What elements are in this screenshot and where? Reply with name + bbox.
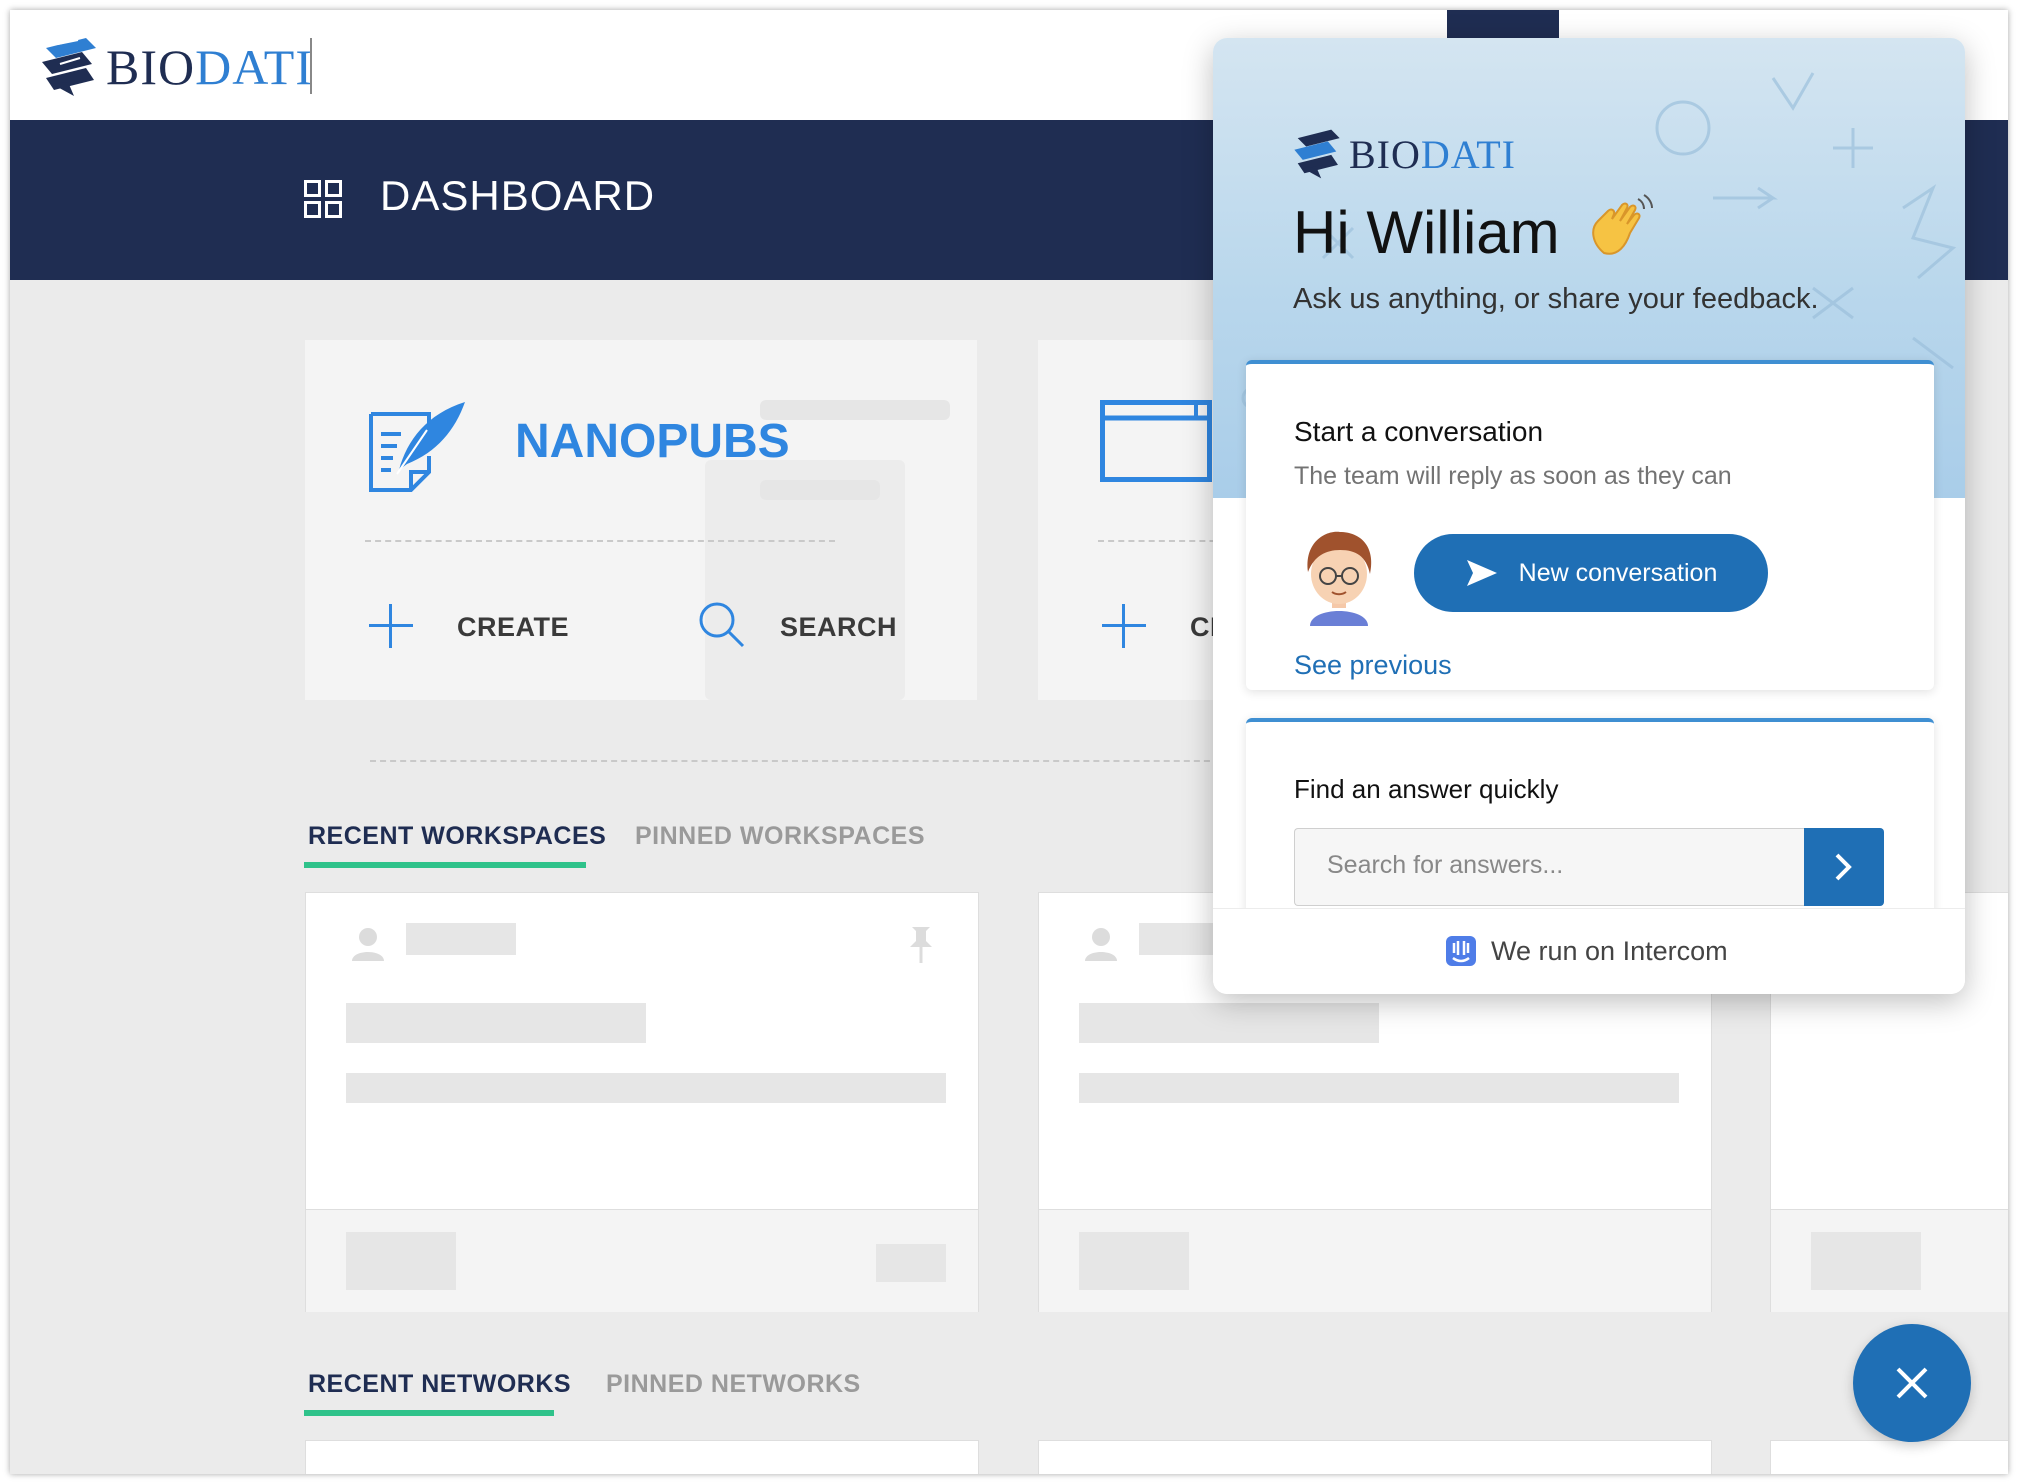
new-conversation-label: New conversation xyxy=(1518,558,1718,587)
answer-search-input[interactable]: Search for answers... xyxy=(1294,828,1805,906)
create-button[interactable]: CREATE xyxy=(457,612,569,643)
tab-pinned-workspaces[interactable]: PINNED WORKSPACES xyxy=(635,822,925,851)
intercom-icon[interactable] xyxy=(1445,935,1477,967)
conversation-card-title: Start a conversation xyxy=(1294,416,1544,447)
network-card[interactable] xyxy=(1038,1440,1712,1474)
intercom-messenger: BIODATI Hi William Ask us anything, or s… xyxy=(1213,38,1965,994)
dashboard-grid-icon xyxy=(304,180,342,218)
network-card[interactable] xyxy=(305,1440,979,1474)
brand-text-1: BIO xyxy=(106,39,196,95)
skeleton-line xyxy=(406,923,516,955)
card-title-nanopubs[interactable]: NANOPUBS xyxy=(515,414,790,469)
wave-emoji-icon xyxy=(1592,194,1653,255)
divider xyxy=(310,38,312,94)
skeleton-line xyxy=(346,1073,946,1103)
workspace-card-footer xyxy=(306,1209,978,1312)
biodati-logo-icon xyxy=(1294,129,1340,179)
workspace-card-footer xyxy=(1771,1209,2008,1312)
greeting-subtitle: Ask us anything, or share your feedback. xyxy=(1293,283,1819,315)
user-icon xyxy=(1085,928,1117,961)
tab-active-indicator xyxy=(304,862,586,868)
tab-pinned-networks[interactable]: PINNED NETWORKS xyxy=(606,1370,861,1399)
conversation-card-subtitle: The team will reply as soon as they can xyxy=(1294,462,1732,490)
user-icon xyxy=(352,928,384,961)
skeleton-line xyxy=(1079,1003,1379,1043)
messenger-footer: We run on Intercom xyxy=(1213,908,1965,994)
see-previous-link[interactable]: See previous xyxy=(1294,650,1452,681)
tab-recent-networks[interactable]: RECENT NETWORKS xyxy=(308,1370,571,1399)
skeleton-block xyxy=(1811,1232,1921,1290)
brand-text-1: BIO xyxy=(1349,131,1421,177)
skeleton-block xyxy=(876,1244,946,1282)
close-icon xyxy=(1896,1367,1928,1399)
nanopub-feather-icon xyxy=(369,402,465,492)
nanopubs-card: NANOPUBS CREATE SEARCH xyxy=(305,340,977,700)
biodati-logo-icon xyxy=(42,38,96,96)
skeleton-block xyxy=(1079,1232,1189,1290)
search-submit-button[interactable] xyxy=(1804,828,1884,906)
chevron-right-icon xyxy=(1835,853,1852,881)
skeleton-line xyxy=(1079,1073,1679,1103)
workspace-card[interactable] xyxy=(305,892,979,1312)
tab-active-indicator xyxy=(304,1410,554,1416)
send-icon xyxy=(1466,560,1497,586)
network-card[interactable] xyxy=(1770,1440,2008,1474)
background-graphic xyxy=(760,480,880,500)
greeting-title: Hi William xyxy=(1293,199,1560,266)
search-placeholder: Search for answers... xyxy=(1327,851,1564,879)
page-title: DASHBOARD xyxy=(380,172,656,219)
search-icon[interactable] xyxy=(697,600,747,650)
brand-text-2: DATI xyxy=(195,39,313,95)
skeleton-line xyxy=(346,1003,646,1043)
find-answer-title: Find an answer quickly xyxy=(1294,774,1559,804)
skeleton-block xyxy=(346,1232,456,1290)
plus-icon[interactable] xyxy=(369,604,413,648)
workspace-card-footer xyxy=(1039,1209,1711,1312)
brand-logo[interactable]: BIODATI xyxy=(38,32,313,102)
avatar xyxy=(1307,531,1372,626)
tab-recent-workspaces[interactable]: RECENT WORKSPACES xyxy=(308,822,606,851)
card-divider xyxy=(365,540,835,542)
pin-icon[interactable] xyxy=(908,925,934,965)
new-conversation-button[interactable]: New conversation xyxy=(1414,534,1768,612)
messenger-close-button[interactable] xyxy=(1853,1324,1971,1442)
footer-text[interactable]: We run on Intercom xyxy=(1491,936,1728,967)
brand-text-2: DATI xyxy=(1420,131,1516,177)
search-button[interactable]: SEARCH xyxy=(780,612,897,643)
window-icon xyxy=(1100,400,1212,482)
start-conversation-card: Start a conversation The team will reply… xyxy=(1246,360,1934,690)
plus-icon[interactable] xyxy=(1102,604,1146,648)
messenger-brand-logo: BIODATI xyxy=(1291,126,1516,182)
section-divider xyxy=(370,760,1230,762)
